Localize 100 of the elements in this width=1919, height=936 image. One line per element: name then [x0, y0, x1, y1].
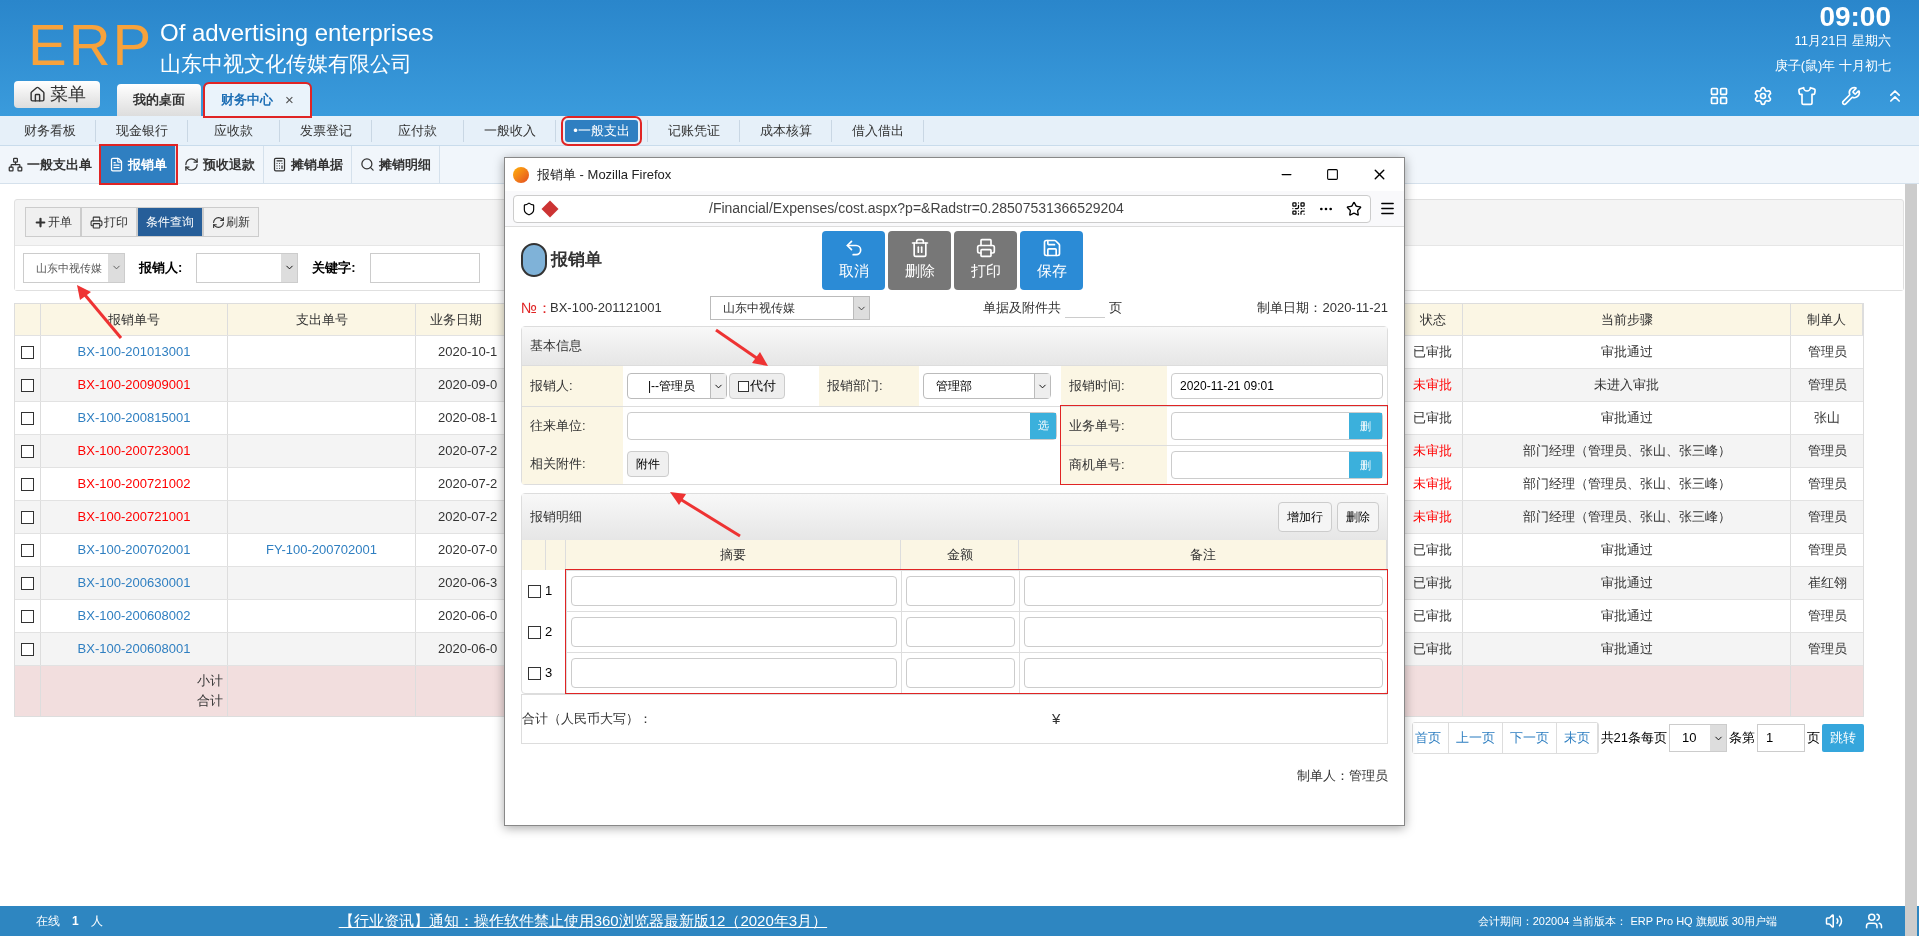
- amount-field[interactable]: [906, 576, 1015, 606]
- sub-tab[interactable]: 摊销单据: [264, 146, 352, 183]
- settings-icon[interactable]: [1753, 86, 1773, 106]
- checkbox[interactable]: [21, 510, 34, 524]
- close-icon[interactable]: ×: [285, 88, 294, 112]
- checkbox[interactable]: [21, 477, 34, 491]
- checkbox[interactable]: [21, 345, 34, 359]
- wrench-icon[interactable]: [1841, 86, 1861, 106]
- attachment-button[interactable]: 附件: [627, 451, 669, 477]
- shirt-icon[interactable]: [1797, 86, 1817, 106]
- sub-tab[interactable]: 报销单: [101, 146, 176, 183]
- summary-field[interactable]: [571, 576, 897, 606]
- company-name: 山东中视文化传媒有限公司: [160, 51, 412, 77]
- checkbox[interactable]: [528, 625, 541, 639]
- note-field[interactable]: [1024, 576, 1383, 606]
- summary-field[interactable]: [571, 658, 897, 688]
- nav-tab[interactable]: 应付款: [390, 119, 445, 142]
- toolbar-button[interactable]: 刷新: [203, 207, 259, 238]
- section-title: 基本信息: [522, 327, 1387, 365]
- scrollbar[interactable]: [1905, 184, 1917, 936]
- pagination-text: 页: [1807, 729, 1820, 748]
- table-cell-text: 管理员: [1807, 640, 1847, 659]
- section-title: 报销明细: [530, 508, 582, 527]
- maximize-icon[interactable]: [1326, 168, 1339, 181]
- sub-tab[interactable]: 摊销明细: [352, 146, 440, 183]
- proxy-pay-button[interactable]: 代付: [729, 373, 785, 399]
- grid-icon[interactable]: [1709, 86, 1729, 106]
- record-link[interactable]: BX-100-200702001: [77, 540, 191, 560]
- time-field[interactable]: 2020-11-21 09:01: [1171, 373, 1383, 399]
- add-row-button[interactable]: 增加行: [1278, 502, 1332, 532]
- company-select[interactable]: 山东中视传媒: [23, 253, 125, 283]
- page-number-field[interactable]: 1: [1757, 724, 1805, 752]
- nav-tab[interactable]: 财务看板: [15, 119, 84, 142]
- checkbox[interactable]: [21, 378, 34, 392]
- delete-row-button[interactable]: 删除: [1337, 502, 1379, 532]
- table-cell-text: 2020-07-2: [438, 508, 498, 527]
- menu-button[interactable]: 菜单: [14, 81, 100, 108]
- nav-tab[interactable]: 借入借出: [843, 119, 912, 142]
- field-label: 报销时间:: [1061, 366, 1167, 406]
- table-cell-text: 2020-06-0: [438, 607, 498, 626]
- amount-field[interactable]: [906, 658, 1015, 688]
- note-field[interactable]: [1024, 658, 1383, 688]
- expense-link[interactable]: FY-100-200702001: [266, 540, 377, 560]
- nav-tab[interactable]: 发票登记: [291, 119, 360, 142]
- toolbar-button[interactable]: 打印: [954, 231, 1017, 290]
- menu-icon[interactable]: [1379, 200, 1396, 217]
- checkbox[interactable]: [738, 380, 749, 392]
- table-cell-text: 管理员: [1807, 541, 1847, 560]
- field-label: 商机单号:: [1061, 445, 1167, 484]
- page-tab[interactable]: 我的桌面: [117, 84, 201, 116]
- checkbox[interactable]: [528, 584, 541, 598]
- clock-date: 11月21日 星期六: [1794, 34, 1891, 47]
- users-icon[interactable]: [1865, 912, 1883, 930]
- page-tab[interactable]: 财务中心 ×: [205, 84, 310, 116]
- record-link[interactable]: BX-100-201013001: [77, 342, 191, 362]
- checkbox[interactable]: [21, 609, 34, 623]
- toolbar-button[interactable]: 保存: [1020, 231, 1083, 290]
- toolbar-button[interactable]: 开单: [25, 207, 81, 238]
- toolbar-button[interactable]: 取消: [822, 231, 885, 290]
- record-link[interactable]: BX-100-200608002: [77, 606, 191, 626]
- record-link[interactable]: BX-100-200608001: [77, 639, 191, 659]
- checkbox[interactable]: [528, 666, 541, 680]
- table-cell-text: 崔红翎: [1807, 574, 1847, 593]
- nav-tab[interactable]: 应收款: [206, 119, 261, 142]
- checkbox[interactable]: [21, 642, 34, 656]
- note-field[interactable]: [1024, 617, 1383, 647]
- person-select[interactable]: |--管理员: [627, 373, 727, 399]
- department-select[interactable]: 管理部: [923, 373, 1051, 399]
- checkbox[interactable]: [21, 576, 34, 590]
- toolbar-button[interactable]: 删除: [888, 231, 951, 290]
- online-label: 在线: [36, 913, 60, 930]
- record-link[interactable]: BX-100-200630001: [77, 573, 191, 593]
- nav-tab[interactable]: 成本核算: [751, 119, 820, 142]
- nav-tab[interactable]: 记账凭证: [659, 119, 728, 142]
- record-link[interactable]: BX-100-200721001: [77, 507, 191, 527]
- record-link[interactable]: BX-100-200721002: [77, 474, 191, 494]
- keyword-field[interactable]: [369, 253, 480, 283]
- toolbar-button[interactable]: 打印: [81, 207, 137, 238]
- record-link[interactable]: BX-100-200909001: [77, 375, 191, 395]
- address-bar[interactable]: /Financial/Expenses/cost.aspx?p=&Radstr=0.28507531366529204: [513, 194, 1371, 223]
- checkbox[interactable]: [21, 444, 34, 458]
- nav-tab[interactable]: 一般收入: [475, 119, 544, 142]
- page-button[interactable]: 首页: [1412, 723, 1449, 753]
- summary-field[interactable]: [571, 617, 897, 647]
- url-text: /Financial/Expenses/cost.aspx?p=&Radstr=0.28507531366529204: [709, 199, 1124, 218]
- star-icon[interactable]: [1346, 200, 1362, 217]
- amount-field[interactable]: [906, 617, 1015, 647]
- checkbox[interactable]: [21, 411, 34, 425]
- sub-tab[interactable]: 预收退款: [176, 146, 264, 183]
- record-link[interactable]: BX-100-200723001: [77, 441, 191, 461]
- company-select[interactable]: 山东中视传媒: [710, 296, 870, 320]
- checkbox[interactable]: [21, 543, 34, 557]
- record-link[interactable]: BX-100-200815001: [77, 408, 191, 428]
- table-cell-text: 2020-08-1: [438, 409, 498, 428]
- nav-tab[interactable]: 现金银行: [107, 119, 176, 142]
- page-size-select[interactable]: 10: [1669, 724, 1727, 752]
- qr-code-icon[interactable]: [1291, 201, 1306, 216]
- toolbar-button[interactable]: 条件查询: [137, 207, 203, 238]
- speaker-icon[interactable]: [1825, 912, 1843, 930]
- notice-link[interactable]: 【行业资讯】通知：操作软件禁止使用360浏览器最新版12（2020年3月）: [338, 909, 828, 933]
